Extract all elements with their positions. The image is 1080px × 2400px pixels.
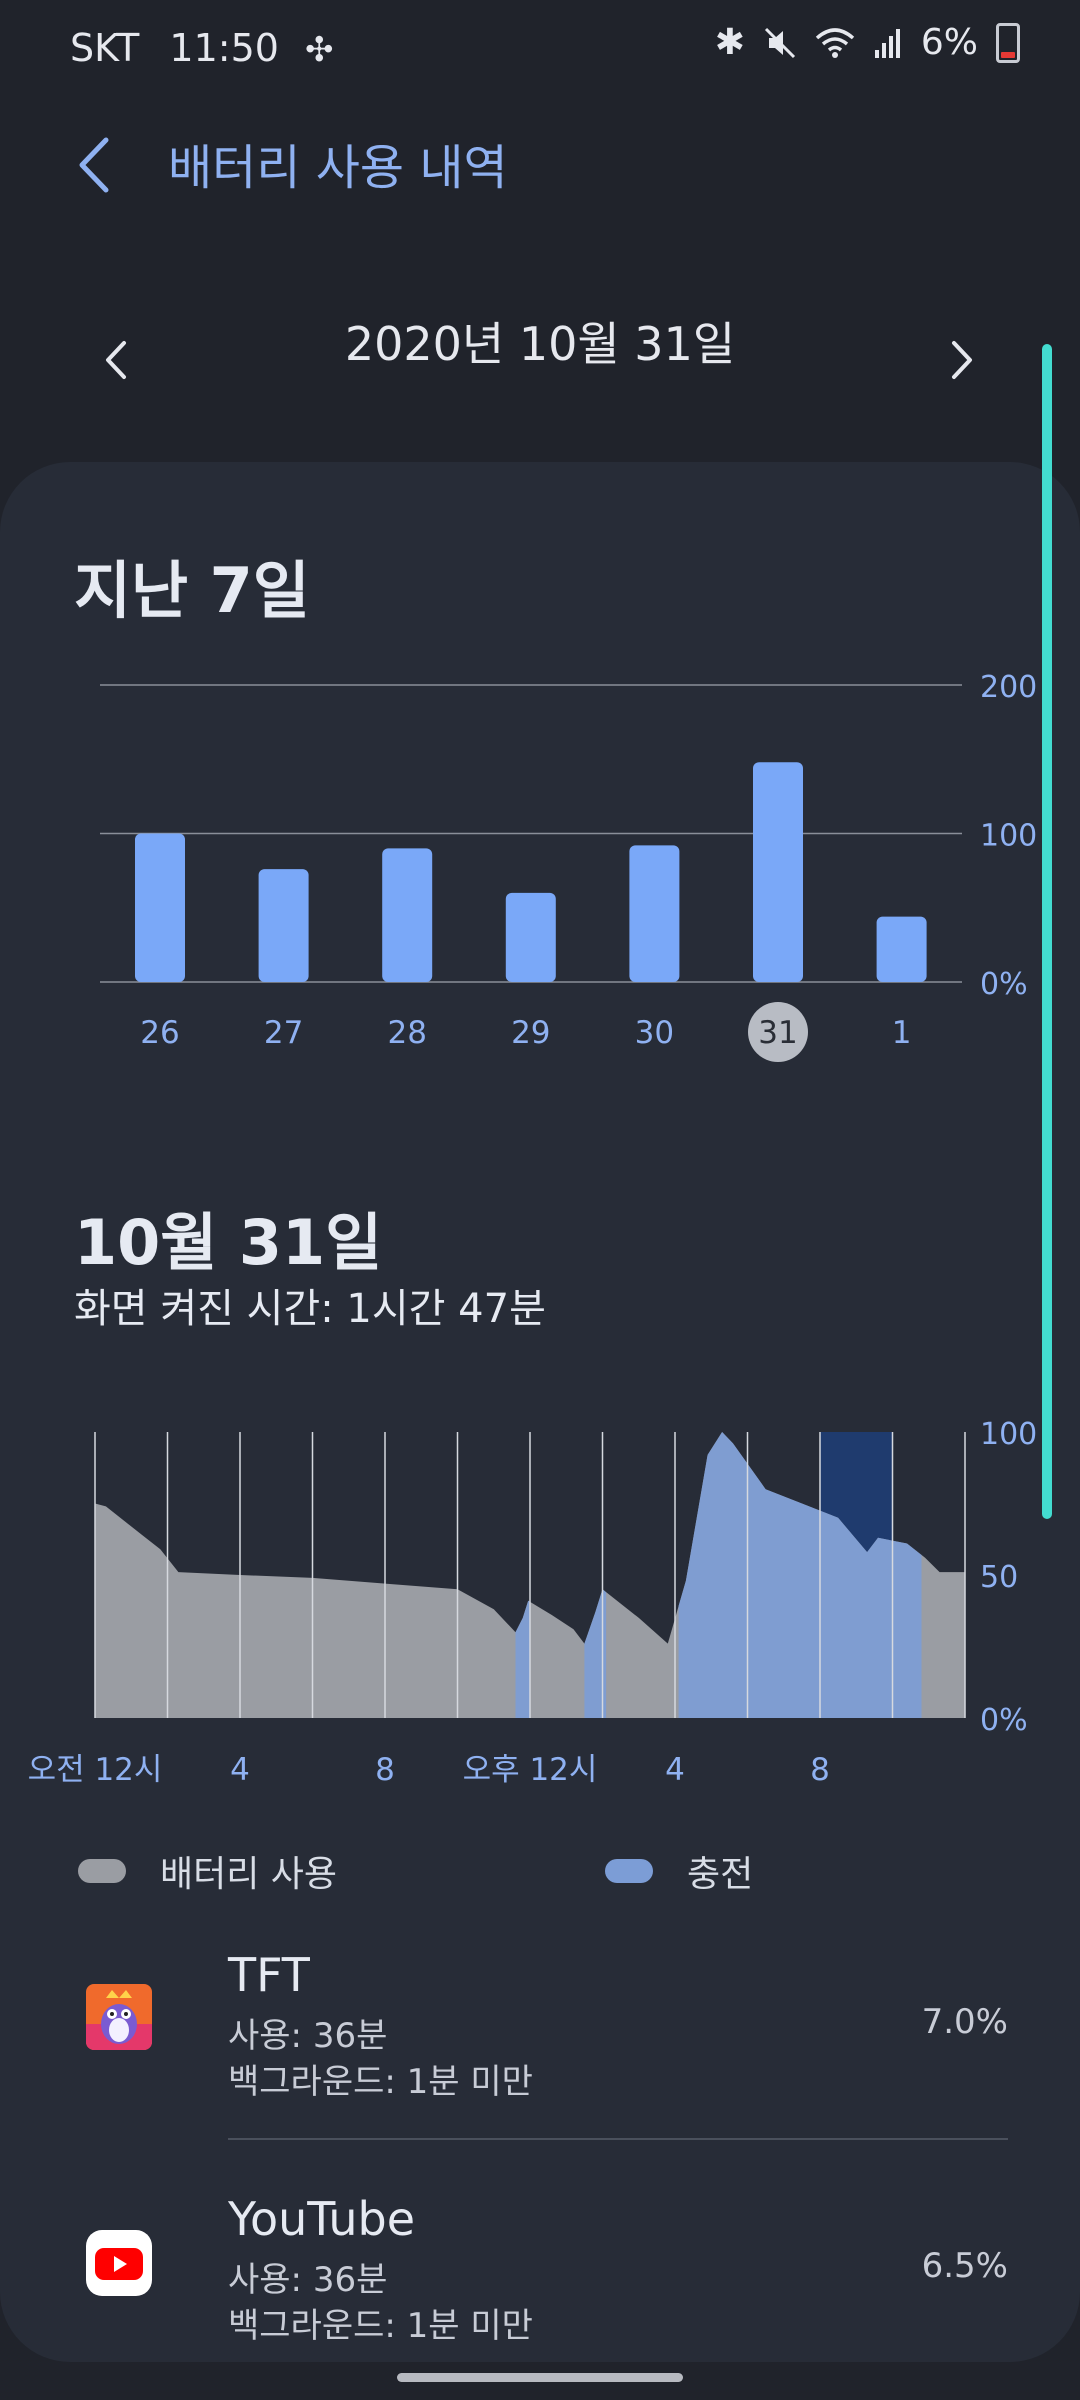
daily-x-tick-label: 8 <box>375 1752 395 1788</box>
legend-battery-usage: 배터리 사용 <box>78 1845 337 1897</box>
weekly-y-tick-label: 100 <box>980 819 1037 854</box>
carrier-label: SKT <box>70 26 140 70</box>
weekly-bar-30 <box>629 845 680 982</box>
weekly-bar-1 <box>876 916 927 982</box>
date-label: 2020년 10월 31일 <box>344 317 736 371</box>
weekly-x-tick-label: 26 <box>140 1015 179 1051</box>
weekly-y-tick-label: 0% <box>980 967 1028 1002</box>
legend-battery-usage-label: 배터리 사용 <box>160 1854 338 1895</box>
battery-usage-swatch <box>78 1859 126 1883</box>
weekly-bar-29 <box>505 892 556 982</box>
weekly-x-tick-label: 1 <box>892 1015 912 1051</box>
daily-x-tick-label: 오전 12시 <box>28 1752 163 1788</box>
status-bar: SKT 11:50 ✣ ✱ 6% <box>0 0 1080 100</box>
app-name: YouTube <box>228 2192 416 2246</box>
daily-x-tick-label: 오후 12시 <box>463 1752 598 1788</box>
scroll-indicator[interactable] <box>1042 344 1052 1519</box>
weekly-bar-31 <box>753 762 803 982</box>
status-left: SKT 11:50 ✣ <box>70 26 334 70</box>
page-title: 배터리 사용 내역 <box>168 140 508 196</box>
back-arrow-icon <box>79 137 109 193</box>
weekly-x-tick-label: 27 <box>264 1015 303 1051</box>
weekly-title: 지난 7일 <box>74 554 310 627</box>
weekly-bar-26 <box>135 833 185 982</box>
signal-icon <box>874 28 900 58</box>
chart-legend: 배터리 사용 충전 <box>78 1845 978 1905</box>
bluetooth-icon: ✱ <box>714 22 745 63</box>
daily-x-tick-label: 4 <box>230 1752 250 1788</box>
mute-icon <box>764 27 795 58</box>
daily-y-tick-label: 100 <box>980 1417 1037 1452</box>
clock: 11:50 <box>169 26 279 70</box>
legend-charging: 충전 <box>605 1845 753 1897</box>
weekly-bar-27 <box>258 869 309 982</box>
charging-swatch <box>605 1859 653 1883</box>
weekly-x-tick-label: 28 <box>387 1015 426 1051</box>
daily-y-tick-label: 50 <box>980 1560 1018 1595</box>
app-usage: 사용: 36분 <box>228 2260 388 2300</box>
legend-charging-label: 충전 <box>687 1854 754 1895</box>
weekly-x-tick-label: 29 <box>511 1015 550 1051</box>
app-usage: 사용: 36분 <box>228 2016 388 2056</box>
home-indicator[interactable] <box>397 2373 683 2382</box>
weekly-y-tick-label: 200 <box>980 670 1037 705</box>
app-percent: 7.0% <box>921 2002 1008 2042</box>
list-divider <box>228 2138 1008 2140</box>
daily-y-tick-label: 0% <box>980 1703 1028 1738</box>
battery-percent: 6% <box>920 22 978 63</box>
weekly-bar-chart: 0% 100 200 26 27 28 29 30 31 1 <box>100 670 1037 1062</box>
battery-icon <box>996 22 1020 63</box>
weekly-x-tick-label: 31 <box>758 1015 797 1051</box>
weekly-bar-28 <box>382 848 433 982</box>
app-name: TFT <box>228 1948 310 2002</box>
back-button[interactable] <box>72 130 132 200</box>
daily-x-tick-label: 4 <box>665 1752 685 1788</box>
daily-title: 10월 31일 <box>74 1206 383 1279</box>
app-background: 백그라운드: 1분 미만 <box>228 2062 533 2102</box>
tft-app-icon <box>86 1984 152 2050</box>
youtube-app-icon <box>86 2230 152 2296</box>
daily-battery-chart: 0% 50 100 오전 12시 4 8 오후 12시 4 8 <box>28 1417 1038 1788</box>
screen-on-time: 화면 켜진 시간: 1시간 47분 <box>74 1286 546 1332</box>
app-percent: 6.5% <box>921 2246 1008 2286</box>
daily-x-tick-label: 8 <box>810 1752 830 1788</box>
chevron-right-icon <box>952 341 972 379</box>
fan-icon: ✣ <box>305 30 334 70</box>
app-row-youtube[interactable]: YouTube 사용: 36분 백그라운드: 1분 미만 6.5% <box>0 2184 1080 2384</box>
next-date-button[interactable] <box>940 335 980 385</box>
charging-area-1 <box>515 1600 530 1718</box>
app-row-tft[interactable]: TFT 사용: 36분 백그라운드: 1분 미만 7.0% <box>0 1940 1080 2140</box>
weekly-x-tick-label: 30 <box>635 1015 674 1051</box>
wifi-icon <box>815 27 855 58</box>
app-background: 백그라운드: 1분 미만 <box>228 2306 533 2346</box>
status-right: ✱ 6% <box>715 22 1020 63</box>
